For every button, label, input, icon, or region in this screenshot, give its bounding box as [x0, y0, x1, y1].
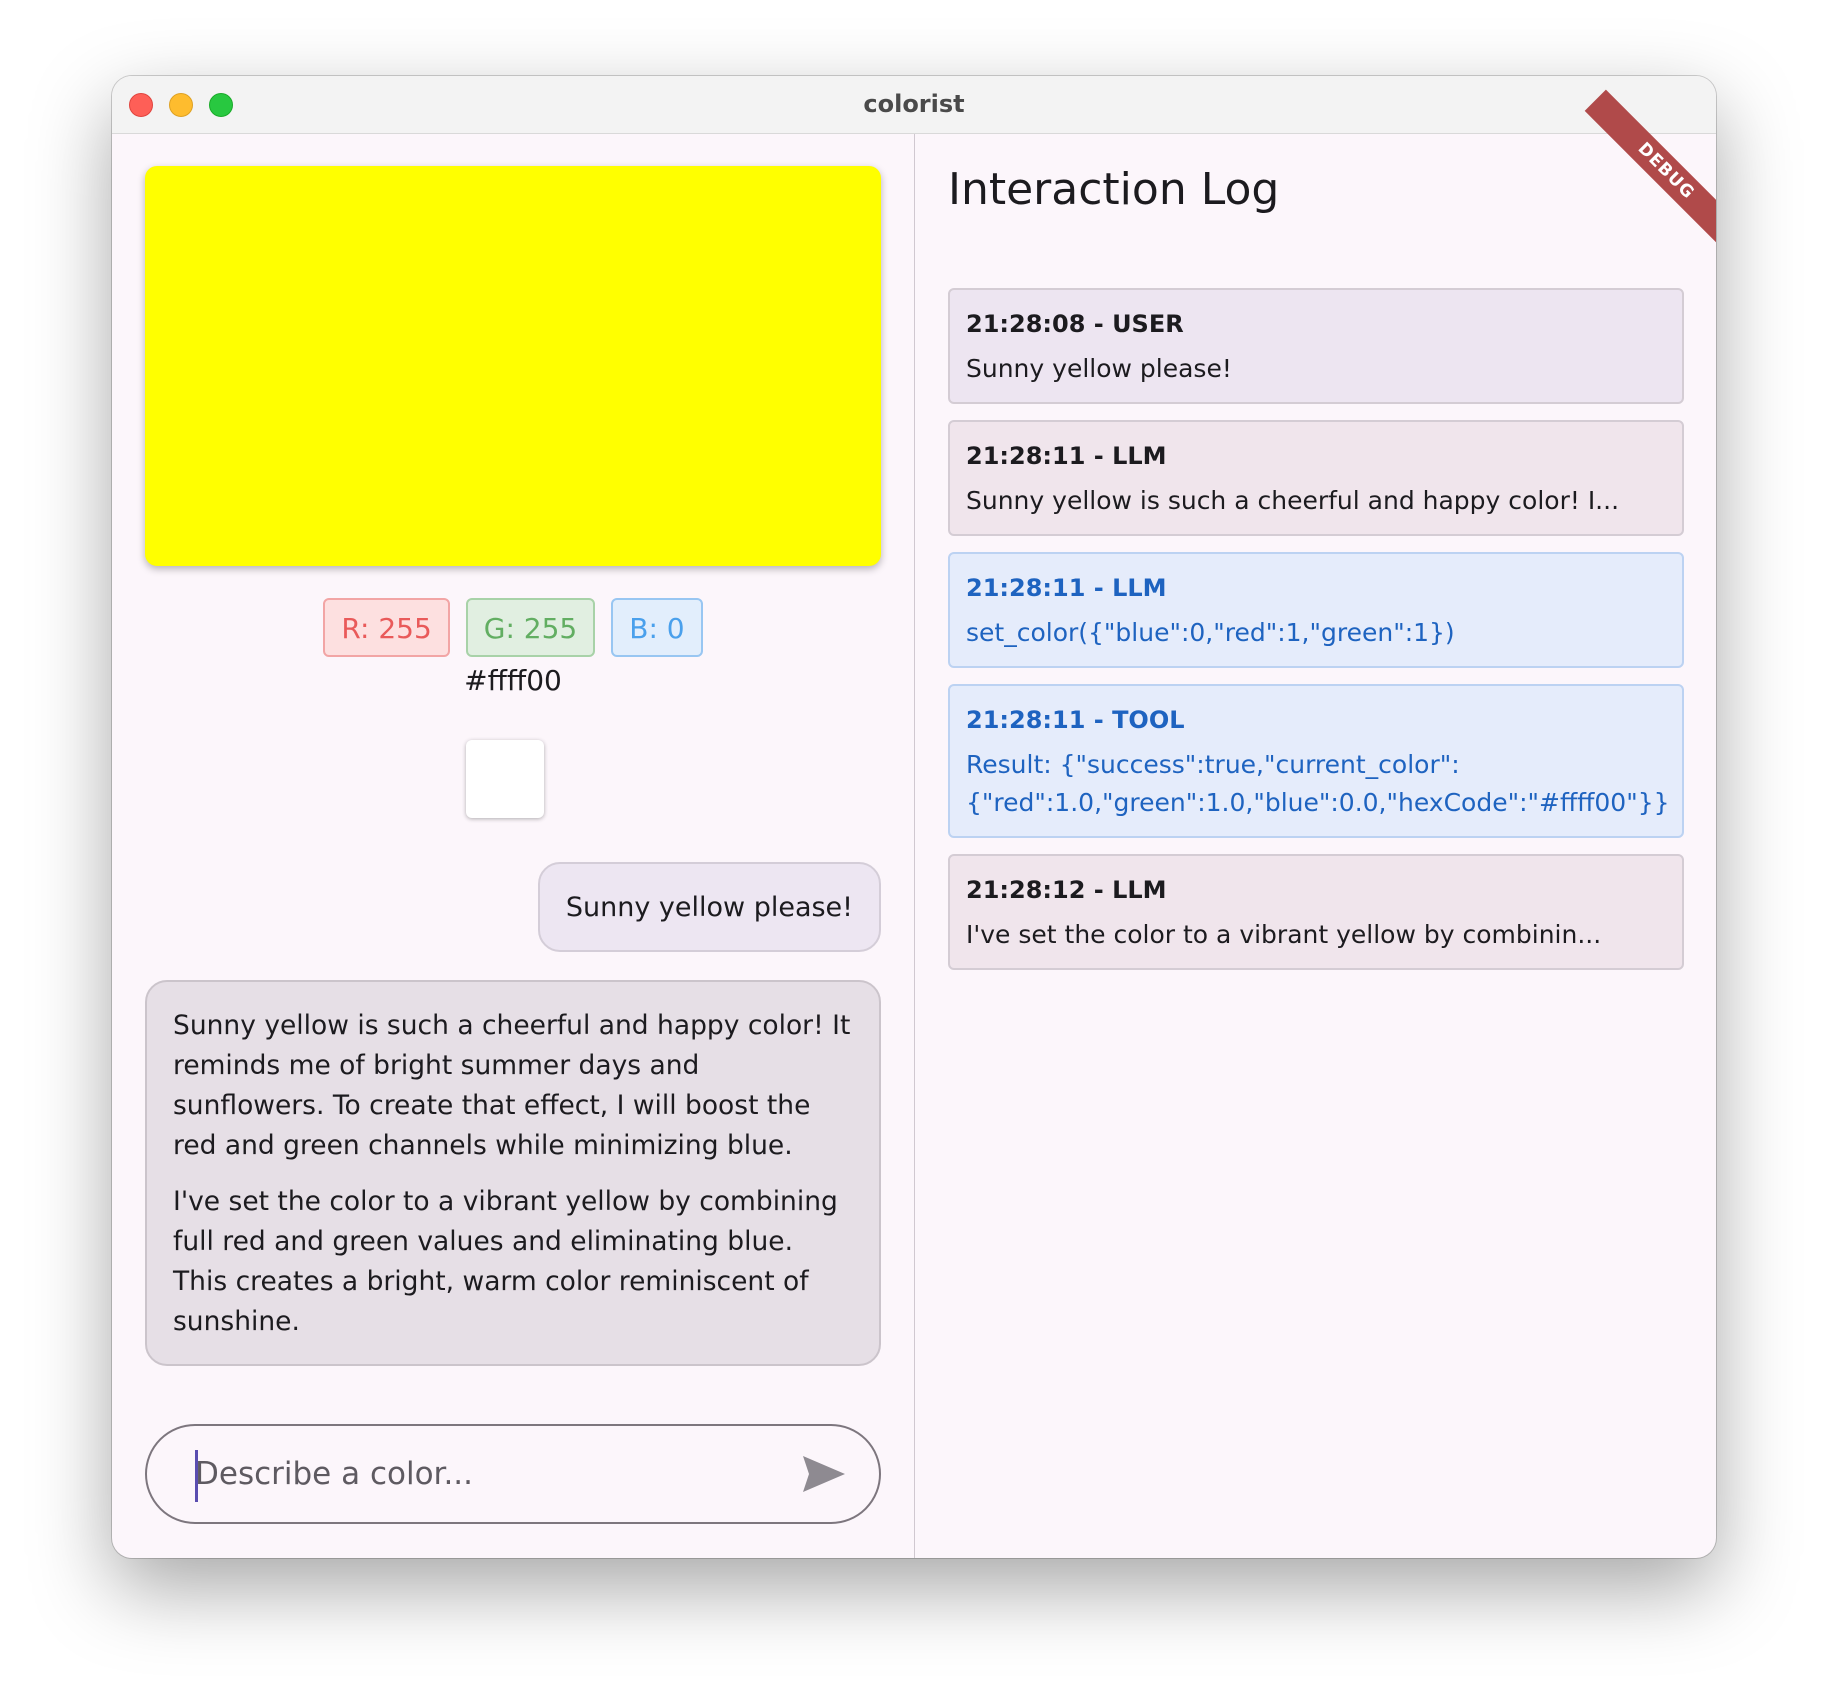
interaction-log-pane: Interaction Log 21:28:08 - USER Sunny ye… [915, 89, 1716, 1558]
color-chat-pane: R: 255 G: 255 B: 0 #ffff00 Sunny yellow pl… [112, 134, 914, 1558]
log-entry-body: set_color({"blue":0,"red":1,"green":1}) [966, 618, 1455, 647]
log-entry-body: Result: {"success":true,"current_color":… [966, 746, 1670, 822]
log-entry: 21:28:11 - LLM Sunny yellow is such a ch… [948, 420, 1684, 536]
user-message-bubble: Sunny yellow please! [537, 862, 881, 952]
log-entry-body: Sunny yellow please! [966, 354, 1232, 383]
llm-message-bubble: Sunny yellow is such a cheerful and happ… [145, 980, 881, 1366]
title-bar: colorist [112, 76, 1716, 134]
log-title: Interaction Log [948, 164, 1280, 215]
app-window: colorist R: 255 G: 255 B: 0 #ffff00 Sunny … [112, 76, 1716, 1558]
send-icon[interactable] [801, 1454, 847, 1494]
rgb-chips: R: 255 G: 255 B: 0 [112, 598, 914, 657]
log-entry: 21:28:08 - USER Sunny yellow please! [948, 288, 1684, 404]
log-entry-header: 21:28:11 - LLM [966, 442, 1167, 470]
color-history-swatch[interactable] [466, 740, 544, 818]
llm-message-paragraph: Sunny yellow is such a cheerful and happ… [173, 1010, 851, 1161]
log-entry-header: 21:28:11 - LLM [966, 574, 1167, 602]
log-entry-body: Sunny yellow is such a cheerful and happ… [966, 486, 1620, 515]
color-swatch [145, 166, 881, 566]
log-entry-header: 21:28:11 - TOOL [966, 706, 1185, 734]
hex-code: #ffff00 [464, 664, 562, 697]
red-value-chip: R: 255 [323, 598, 450, 657]
text-cursor [195, 1450, 198, 1502]
log-entry-header: 21:28:12 - LLM [966, 876, 1167, 904]
message-input-container [145, 1424, 881, 1524]
blue-value-chip: B: 0 [611, 598, 703, 657]
log-entry-header: 21:28:08 - USER [966, 310, 1184, 338]
log-entry-body-line: Result: {"success":true,"current_color": [966, 750, 1460, 779]
log-entry-body-line: {"red":1.0,"green":1.0,"blue":0.0,"hexCo… [966, 788, 1670, 817]
window-title: colorist [863, 90, 965, 118]
llm-message-paragraph: I've set the color to a vibrant yellow b… [173, 1186, 838, 1337]
log-entry: 21:28:11 - LLM set_color({"blue":0,"red"… [948, 552, 1684, 668]
log-entry: 21:28:12 - LLM I've set the color to a v… [948, 854, 1684, 970]
green-value-chip: G: 255 [465, 598, 596, 657]
log-entry-body: I've set the color to a vibrant yellow b… [966, 920, 1602, 949]
log-entry: 21:28:11 - TOOL Result: {"success":true,… [948, 684, 1684, 838]
color-description-input[interactable] [195, 1446, 775, 1502]
